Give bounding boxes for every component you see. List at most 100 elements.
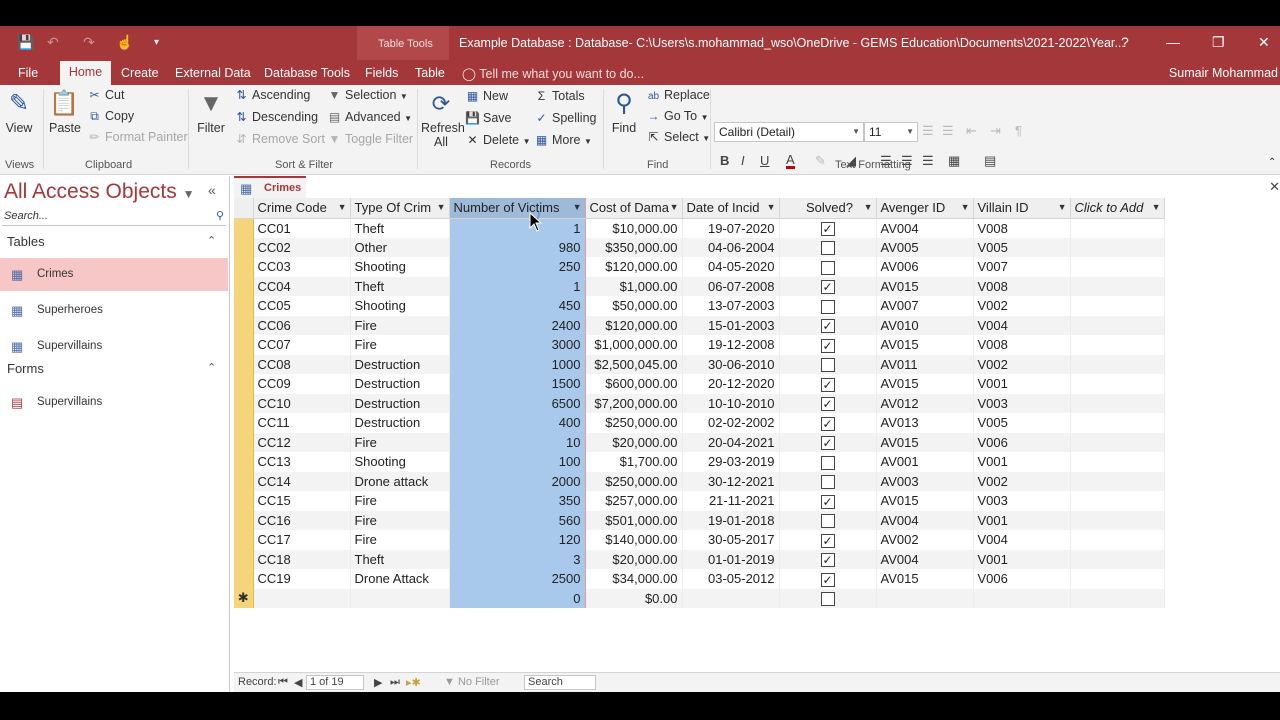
record-selector[interactable] <box>234 549 254 569</box>
victims-cell[interactable]: 3 <box>448 549 586 569</box>
record-selector[interactable] <box>234 354 254 374</box>
first-record-icon[interactable]: ⏮ <box>278 676 288 689</box>
chevron-down-icon[interactable]: ▼ <box>864 202 873 212</box>
column-header[interactable]: Cost of Dama ▼ <box>585 198 683 219</box>
customize-qat-icon[interactable]: ▾ <box>154 37 159 48</box>
cost-cell[interactable]: $120,000.00 <box>585 257 683 277</box>
table-row[interactable]: CC14 Drone attack 2000 $250,000.00 30-12-202… <box>234 471 1165 491</box>
date-cell[interactable]: 13-07-2003 <box>682 296 780 316</box>
table-row[interactable]: CC10 Destruction 6500 $7,200,000.00 10-10-20… <box>234 393 1165 413</box>
date-cell[interactable]: 29-03-2019 <box>682 452 780 472</box>
crime-code-cell[interactable]: CC10 <box>253 393 351 413</box>
tab-fields[interactable]: Fields <box>365 66 398 80</box>
avenger-id-cell[interactable]: AV003 <box>876 471 974 491</box>
cost-cell[interactable]: $1,000,000.00 <box>585 335 683 355</box>
solved-cell[interactable]: ✓ <box>779 315 877 335</box>
tab-database-tools[interactable]: Database Tools <box>264 66 350 80</box>
close-document-icon[interactable]: ✕ <box>1269 179 1280 195</box>
table-row[interactable]: CC08 Destruction 1000 $2,500,045.00 30-06-20… <box>234 354 1165 374</box>
record-selector[interactable] <box>234 315 254 335</box>
crime-type-cell[interactable]: Destruction <box>350 354 450 374</box>
date-cell[interactable]: 01-01-2019 <box>682 549 780 569</box>
filter-button[interactable]: ▼ Filter <box>196 89 226 135</box>
new-record-cell[interactable] <box>350 588 450 608</box>
avenger-id-cell[interactable]: AV015 <box>876 491 974 511</box>
solved-checkbox[interactable]: ✓ <box>820 221 835 236</box>
nav-item-supervillains-form[interactable]: ▤ Supervillains <box>0 386 228 419</box>
paste-button[interactable]: 📋 Paste <box>49 89 81 135</box>
crime-type-cell[interactable]: Fire <box>350 530 450 550</box>
solved-checkbox[interactable]: ✓ <box>820 436 835 451</box>
column-header[interactable]: Villain ID ▼ <box>973 198 1071 219</box>
click-to-add-cell[interactable] <box>1070 569 1165 589</box>
crime-code-cell[interactable]: CC13 <box>253 452 351 472</box>
cost-cell[interactable]: $350,000.00 <box>585 237 683 257</box>
save-record-button[interactable]: 💾 Save <box>465 111 511 125</box>
new-record-row[interactable]: ✱ 0 $0.00 <box>234 588 1165 608</box>
solved-cell[interactable]: ✓ <box>779 549 877 569</box>
toggle-filter-button[interactable]: ▼ Toggle Filter <box>327 132 414 146</box>
numbering-icon[interactable]: ☰ <box>942 123 954 139</box>
tab-home[interactable]: Home <box>60 61 111 85</box>
column-header[interactable]: Crime Code ▼ <box>253 198 351 219</box>
crime-code-cell[interactable]: CC06 <box>253 315 351 335</box>
gridlines-icon[interactable]: ▦ <box>948 153 960 169</box>
cost-cell[interactable]: $20,000.00 <box>585 549 683 569</box>
crime-type-cell[interactable]: Drone attack <box>350 471 450 491</box>
remove-sort-button[interactable]: ⇵ Remove Sort <box>234 132 324 146</box>
collapse-pane-icon[interactable]: « <box>208 182 216 198</box>
record-selector[interactable] <box>234 237 254 257</box>
column-header[interactable]: Type Of Crim ▼ <box>350 198 450 219</box>
villain-id-cell[interactable]: V004 <box>973 530 1071 550</box>
cost-cell[interactable]: $10,000.00 <box>585 218 683 238</box>
column-header[interactable]: Avenger ID ▼ <box>876 198 974 219</box>
date-cell[interactable]: 15-01-2003 <box>682 315 780 335</box>
avenger-id-cell[interactable]: AV015 <box>876 432 974 452</box>
villain-id-cell[interactable]: V007 <box>973 257 1071 277</box>
victims-cell[interactable]: 560 <box>448 510 586 530</box>
solved-cell[interactable]: ✓ <box>779 393 877 413</box>
cost-cell[interactable]: $120,000.00 <box>585 315 683 335</box>
avenger-id-cell[interactable]: AV001 <box>876 452 974 472</box>
avenger-id-cell[interactable]: AV004 <box>876 510 974 530</box>
column-header[interactable]: Number of Victims ▼ <box>448 198 586 219</box>
crime-type-cell[interactable]: Fire <box>350 335 450 355</box>
click-to-add-cell[interactable] <box>1070 432 1165 452</box>
date-cell[interactable]: 02-02-2002 <box>682 413 780 433</box>
record-selector[interactable] <box>234 432 254 452</box>
solved-checkbox[interactable] <box>820 455 835 470</box>
villain-id-cell[interactable]: V002 <box>973 471 1071 491</box>
crime-code-cell[interactable]: CC05 <box>253 296 351 316</box>
click-to-add-cell[interactable] <box>1070 237 1165 257</box>
solved-cell[interactable]: ✓ <box>779 432 877 452</box>
chevron-down-icon[interactable]: ▼ <box>670 202 679 212</box>
crime-type-cell[interactable]: Destruction <box>350 413 450 433</box>
solved-cell[interactable] <box>779 510 877 530</box>
avenger-id-cell[interactable]: AV010 <box>876 315 974 335</box>
solved-checkbox[interactable] <box>820 514 835 529</box>
crime-type-cell[interactable]: Shooting <box>350 452 450 472</box>
indent-decrease-icon[interactable]: ⇤ <box>966 123 977 139</box>
date-cell[interactable]: 04-05-2020 <box>682 257 780 277</box>
help-icon[interactable]: ? <box>1121 34 1129 50</box>
record-selector[interactable] <box>234 530 254 550</box>
collapse-tables-icon[interactable]: ⌃ <box>207 234 216 247</box>
chevron-down-icon[interactable]: ▼ <box>767 202 776 212</box>
click-to-add-cell[interactable] <box>1070 296 1165 316</box>
tell-me-box[interactable]: ◯ Tell me what you want to do... <box>462 66 644 81</box>
solved-checkbox[interactable] <box>820 475 835 490</box>
date-cell[interactable]: 06-07-2008 <box>682 276 780 296</box>
avenger-id-cell[interactable]: AV005 <box>876 237 974 257</box>
table-row[interactable]: CC04 Theft 1 $1,000.00 06-07-2008 ✓ AV015 V008 <box>234 276 1165 296</box>
avenger-id-cell[interactable]: AV006 <box>876 257 974 277</box>
solved-checkbox[interactable] <box>820 299 835 314</box>
indent-increase-icon[interactable]: ⇥ <box>990 123 1001 139</box>
record-selector[interactable] <box>234 491 254 511</box>
save-icon[interactable]: 💾 <box>17 34 34 51</box>
solved-checkbox[interactable]: ✓ <box>820 494 835 509</box>
avenger-id-cell[interactable]: AV002 <box>876 530 974 550</box>
record-selector[interactable] <box>234 452 254 472</box>
crime-type-cell[interactable]: Shooting <box>350 257 450 277</box>
font-family-select[interactable]: Calibri (Detail) ▼ <box>714 122 864 142</box>
crime-type-cell[interactable]: Drone Attack <box>350 569 450 589</box>
